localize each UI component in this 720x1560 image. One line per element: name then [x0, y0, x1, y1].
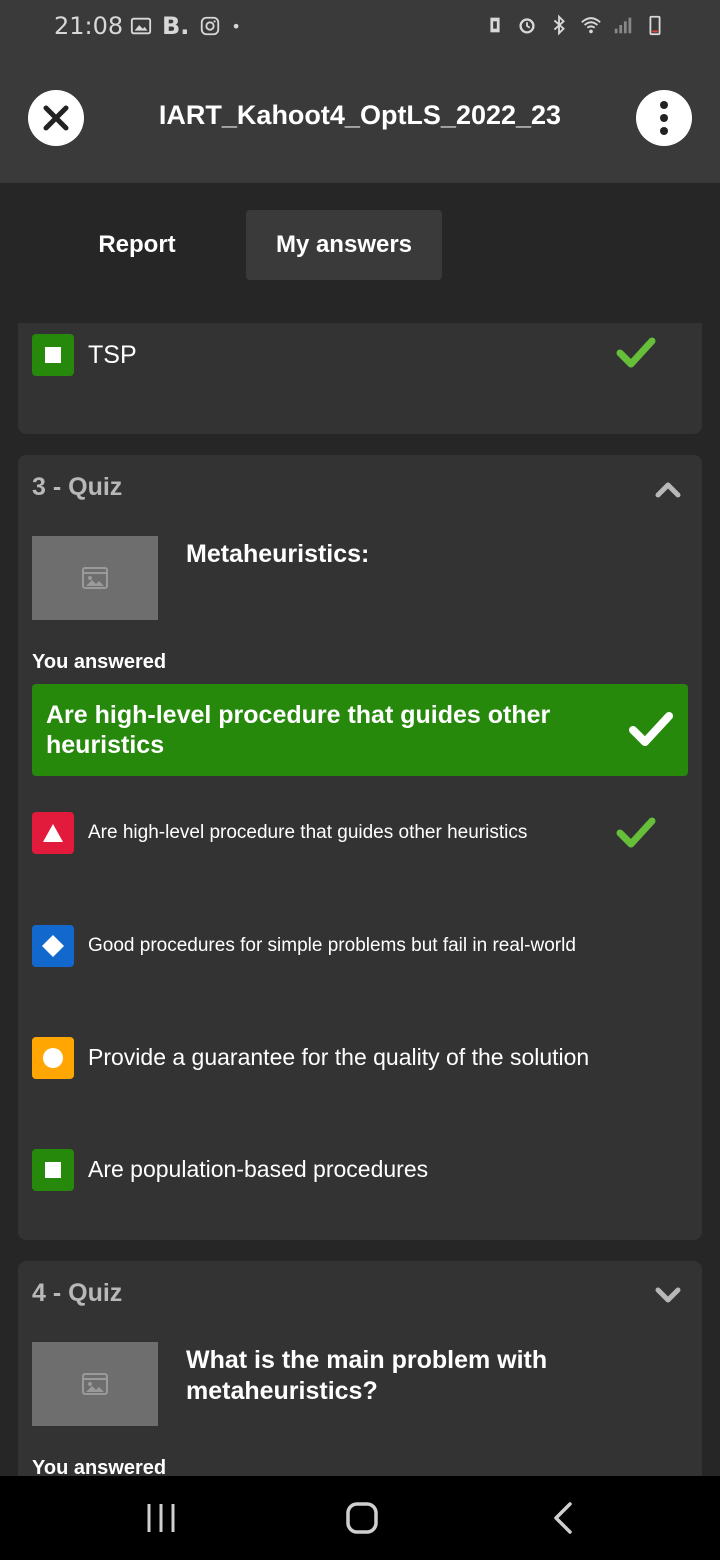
close-icon — [43, 105, 69, 131]
image-placeholder-icon — [82, 1373, 108, 1395]
home-icon[interactable] — [342, 1498, 382, 1538]
status-brand-letter: B. — [162, 12, 190, 40]
tab-bar: Report My answers — [0, 210, 720, 282]
page-title: IART_Kahoot4_OptLS_2022_23 — [158, 100, 562, 130]
square-icon — [32, 1149, 74, 1191]
your-answer-text: Are high-level procedure that guides oth… — [46, 701, 551, 759]
system-nav-bar — [0, 1476, 720, 1560]
more-options-button[interactable] — [636, 90, 692, 146]
signal-icon — [614, 17, 632, 34]
option-text-2: Good procedures for simple problems but … — [88, 935, 576, 956]
triangle-icon — [32, 812, 74, 854]
tab-report[interactable]: Report — [66, 210, 208, 280]
back-icon[interactable] — [544, 1498, 584, 1538]
chevron-up-icon[interactable] — [654, 475, 682, 503]
answers-list[interactable]: TSP 3 - Quiz Metaheuristics: You answere… — [0, 323, 720, 1476]
option-text-4: Are population-based procedures — [88, 1156, 429, 1182]
status-time: 21:08 — [54, 12, 124, 40]
quiz-title: 4 - Quiz — [32, 1279, 123, 1307]
circle-icon — [32, 1037, 74, 1079]
close-button[interactable] — [28, 90, 84, 146]
status-dot: • — [231, 16, 241, 36]
status-right-icons — [484, 14, 666, 36]
tab-my-answers[interactable]: My answers — [246, 210, 442, 280]
alarm-icon — [519, 18, 535, 34]
question-text: Metaheuristics: — [186, 540, 370, 568]
check-icon — [616, 817, 656, 848]
instagram-icon — [201, 16, 220, 36]
you-answered-label: You answered — [32, 651, 167, 673]
image-icon — [130, 17, 152, 35]
option-text-1: Are high-level procedure that guides oth… — [88, 822, 528, 843]
chevron-down-icon[interactable] — [654, 1281, 682, 1309]
quiz-title: 3 - Quiz — [32, 473, 123, 501]
check-icon — [629, 712, 673, 746]
quiz-card-3: 3 - Quiz Metaheuristics: You answered Ar… — [18, 455, 702, 1240]
check-icon — [616, 337, 656, 368]
diamond-icon — [32, 925, 74, 967]
question-image-placeholder — [32, 536, 158, 620]
status-left-icons: B. • — [130, 12, 241, 40]
status-bar: 21:08 B. • — [0, 0, 720, 56]
option-text-3: Provide a guarantee for the quality of t… — [88, 1044, 590, 1070]
option-text: TSP — [88, 341, 137, 369]
image-placeholder-icon — [82, 567, 108, 589]
question-text: What is the main problem with metaheuris… — [186, 1346, 548, 1405]
battery-icon — [649, 15, 661, 36]
you-answered-label: You answered — [32, 1457, 167, 1476]
bluetooth-icon — [553, 14, 565, 36]
option-square-icon — [32, 334, 74, 376]
quiz-card-4: 4 - Quiz What is the main problem with m… — [18, 1261, 702, 1476]
battery-saver-icon — [490, 17, 500, 33]
more-vertical-icon — [660, 101, 668, 135]
app-header: IART_Kahoot4_OptLS_2022_23 — [0, 56, 720, 183]
your-answer-banner: Are high-level procedure that guides oth… — [32, 684, 688, 776]
wifi-icon — [581, 17, 601, 34]
quiz-card-previous: TSP — [18, 323, 702, 434]
question-image-placeholder — [32, 1342, 158, 1426]
recent-apps-icon[interactable] — [141, 1498, 181, 1538]
